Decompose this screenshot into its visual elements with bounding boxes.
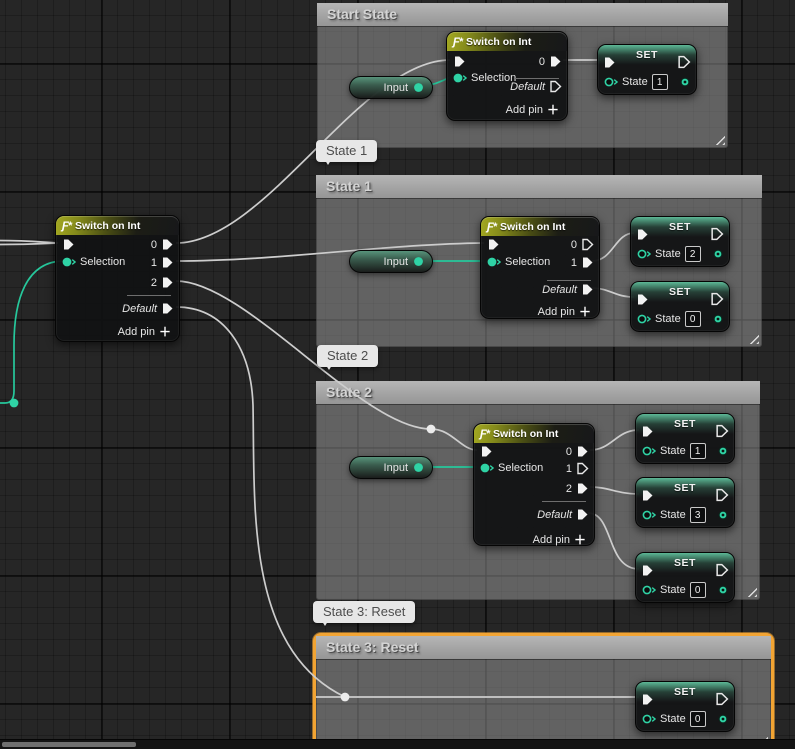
scroll-layer xyxy=(0,0,795,749)
blueprint-graph-canvas[interactable]: Start StateState 1State 2State 3: Reset … xyxy=(0,0,795,749)
horizontal-scrollbar-track[interactable] xyxy=(0,739,795,749)
horizontal-scrollbar-thumb[interactable] xyxy=(2,742,136,747)
